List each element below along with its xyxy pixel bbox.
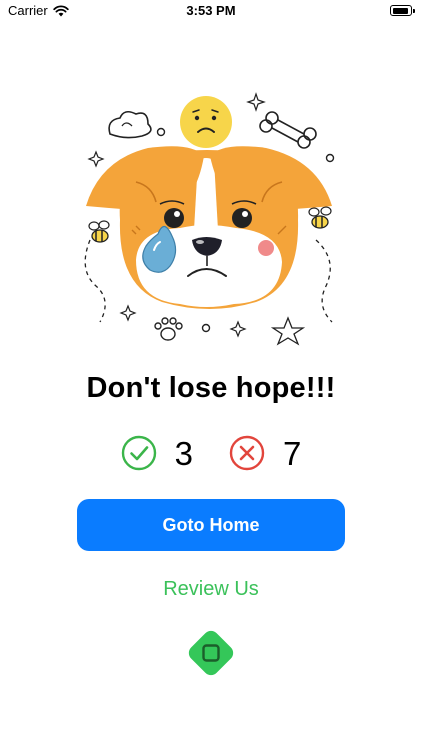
wrong-score: 7 <box>229 435 301 471</box>
result-headline: Don't lose hope!!! <box>86 372 336 404</box>
status-bar: Carrier 3:53 PM <box>0 0 422 24</box>
sad-dog-illustration <box>84 92 335 346</box>
battery-level <box>392 7 408 14</box>
check-circle-icon <box>121 435 156 471</box>
bee-doodle-right <box>308 206 332 229</box>
wrong-count: 7 <box>283 434 302 472</box>
correct-score: 3 <box>121 435 193 471</box>
goto-home-button[interactable]: Goto Home <box>77 499 345 551</box>
correct-count: 3 <box>174 434 193 472</box>
x-circle-icon <box>229 435 265 471</box>
dog-head <box>86 146 332 309</box>
score-row: 3 7 <box>0 432 422 474</box>
status-time: 3:53 PM <box>186 3 236 18</box>
bee-doodle-left <box>88 220 110 243</box>
bone-doodle <box>259 111 317 149</box>
paw-doodle <box>154 317 183 341</box>
sad-emoji-icon <box>180 96 232 148</box>
battery-icon <box>390 5 415 16</box>
review-us-link[interactable]: Review Us <box>0 578 422 601</box>
stop-square-icon[interactable] <box>180 622 242 684</box>
